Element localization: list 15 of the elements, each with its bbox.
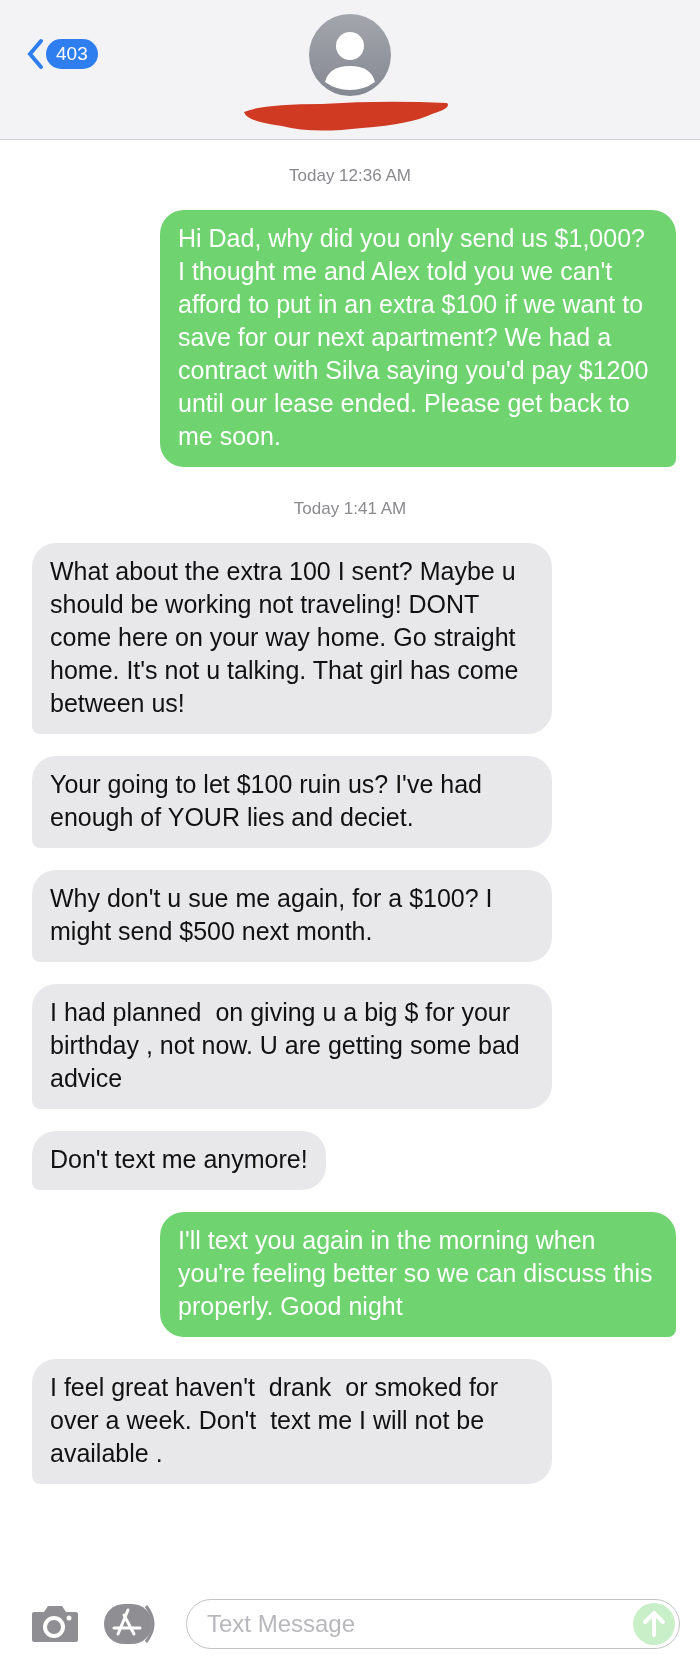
- unread-count[interactable]: 403: [46, 39, 98, 69]
- received-message-bubble: Your going to let $100 ruin us? I've had enough of YOUR lies and deciet.: [32, 756, 552, 848]
- received-message-bubble: I feel great haven't drank or smoked for over a week. Don't text me I will not be available .: [32, 1359, 552, 1484]
- received-message-bubble: I had planned on giving u a big $ for your birthday , not now. U are getting some bad advice: [32, 984, 552, 1109]
- sent-message-bubble: I'll text you again in the morning when you're feeling better so we can discuss this properly. Good night: [160, 1212, 676, 1337]
- received-message-bubble: What about the extra 100 I sent? Maybe u should be working not traveling! DONT come here on your way home. Go straight home. It's not u talking. That girl has come between us!: [32, 543, 552, 734]
- sent-message-bubble: Hi Dad, why did you only send us $1,000? I thought me and Alex told you we can't afford to put in an extra $100 if we want to save for our next apartment? We had a contract with Silva saying you'd pay $1200 until our lease ended. Please get back to me soon.: [160, 210, 676, 467]
- back-icon[interactable]: [26, 38, 44, 70]
- message-timestamp: Today 12:36 AM: [289, 166, 411, 186]
- contact-avatar-icon[interactable]: [309, 14, 391, 96]
- received-message-bubble: Why don't u sue me again, for a $100? I might send $500 next month.: [32, 870, 552, 962]
- message-timestamp: Today 1:41 AM: [293, 499, 407, 519]
- received-message-bubble: Don't text me anymore!: [32, 1131, 326, 1190]
- camera-icon[interactable]: [30, 1604, 80, 1644]
- message-input-field[interactable]: Text Message: [186, 1599, 680, 1649]
